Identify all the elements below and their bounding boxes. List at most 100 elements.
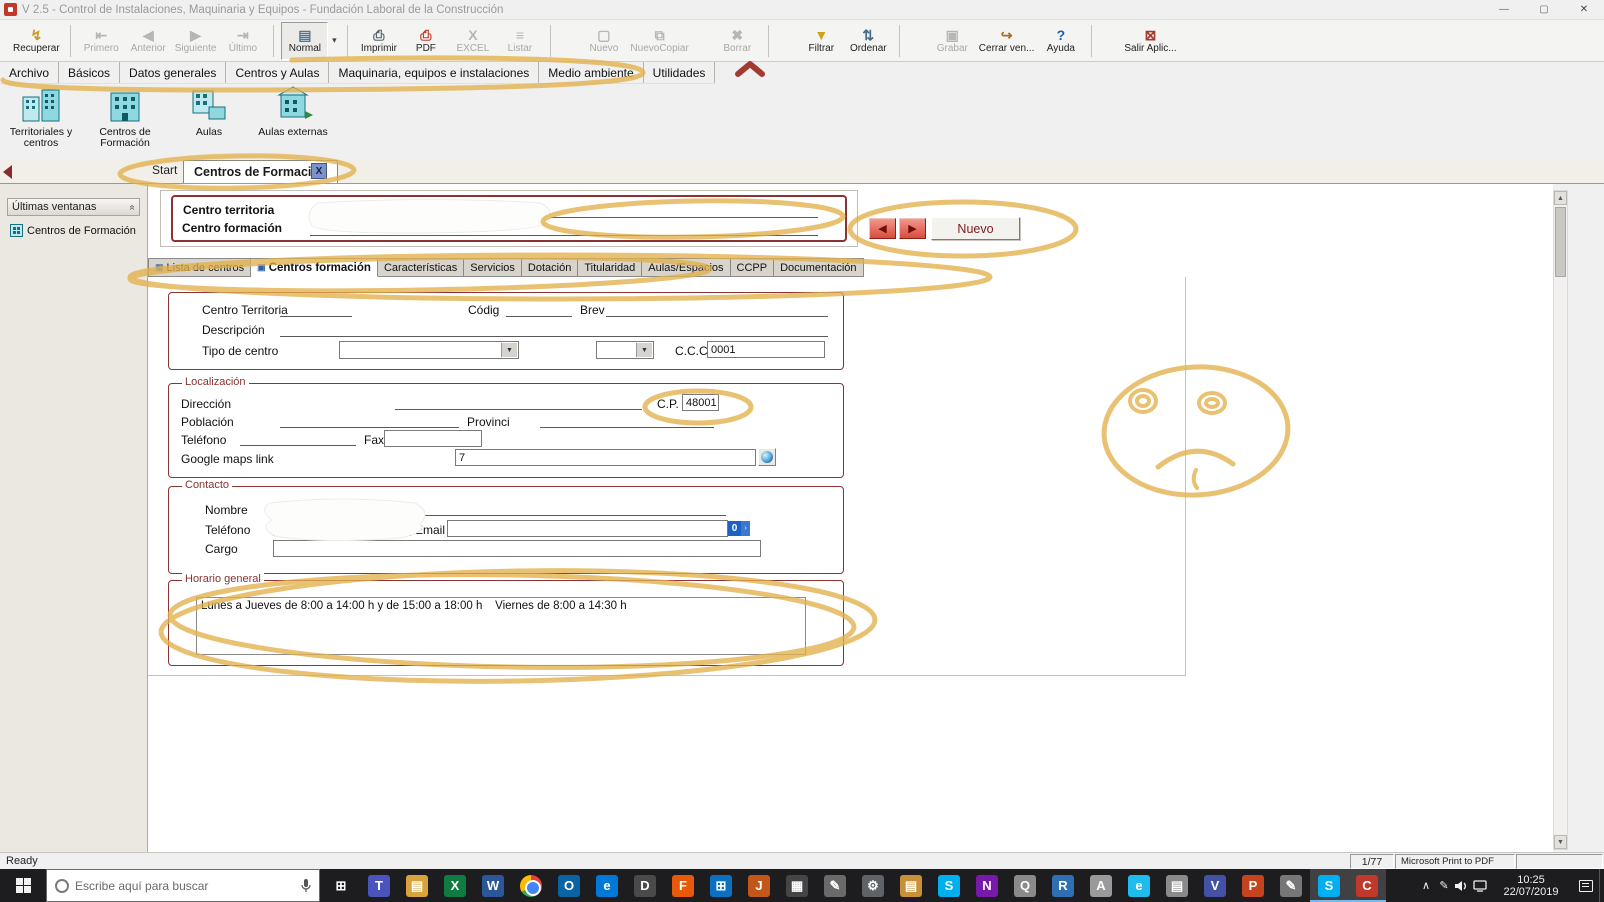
gmaps-input[interactable]: 7	[455, 449, 756, 466]
toolbar-ultimo-button[interactable]: ⇥ Último	[219, 22, 266, 60]
network-icon[interactable]	[1471, 879, 1489, 893]
toolbar-siguiente-button[interactable]: ▶ Siguiente	[172, 22, 220, 60]
volume-icon[interactable]	[1453, 879, 1471, 893]
taskbar-folder-gray-icon[interactable]: ▤	[1158, 869, 1196, 902]
toolbar-recuperar-button[interactable]: ↯ Recuperar	[10, 22, 63, 60]
show-desktop-button[interactable]	[1599, 869, 1604, 902]
search-input[interactable]	[75, 878, 295, 893]
subtab-documentacion[interactable]: Documentación	[774, 258, 864, 277]
cp-input[interactable]: 48001	[682, 394, 719, 411]
poblacion-input[interactable]	[280, 413, 459, 428]
menu-utilidades[interactable]: Utilidades	[644, 62, 716, 83]
breve-input[interactable]	[606, 302, 828, 317]
horario-textarea[interactable]: Lunes a Jueves de 8:00 a 14:00 h y de 15…	[196, 597, 806, 655]
taskbar-app-gray-icon[interactable]: Q	[1006, 869, 1044, 902]
centro-formacion-field[interactable]	[310, 221, 818, 236]
taskbar-skype-call-icon[interactable]: S	[1310, 869, 1348, 902]
sidebar-item-centros-formacion[interactable]: Centros de Formación	[10, 224, 136, 237]
taskbar-app-dark-icon[interactable]: D	[626, 869, 664, 902]
tab-start[interactable]: Start	[152, 163, 177, 177]
vertical-scrollbar[interactable]: ▲ ▼	[1553, 190, 1568, 850]
subtab-dotacion[interactable]: Dotación	[521, 258, 579, 277]
taskbar-store-icon[interactable]: ⊞	[702, 869, 740, 902]
tray-chevron-icon[interactable]: ∧	[1417, 879, 1435, 892]
nombre-input[interactable]	[270, 501, 726, 516]
toolbar-grabar-button[interactable]: ▣ Grabar	[929, 22, 976, 60]
subtab-lista-de-centros[interactable]: ▦ Lista de centros	[148, 258, 252, 277]
taskbar-word-icon[interactable]: W	[474, 869, 512, 902]
action-center-button[interactable]	[1573, 869, 1599, 902]
taskbar-active-app-icon[interactable]: C	[1348, 869, 1386, 902]
taskbar-app-orange-icon[interactable]: J	[740, 869, 778, 902]
cargo-input[interactable]	[273, 540, 761, 557]
toolbar-ordenar-button[interactable]: ⇅ Ordenar	[845, 22, 892, 60]
fax-input[interactable]	[384, 430, 482, 447]
minimize-button[interactable]: —	[1484, 0, 1524, 20]
centro-territorial-field[interactable]	[310, 203, 818, 218]
menu-basicos[interactable]: Básicos	[59, 62, 121, 83]
menu-centros-y-aulas[interactable]: Centros y Aulas	[226, 62, 330, 83]
taskbar-task-view-icon[interactable]: ⊞	[322, 869, 360, 902]
ccc-input[interactable]: 0001	[707, 341, 825, 358]
scroll-up-icon[interactable]: ▲	[1554, 191, 1567, 205]
taskbar-calculator-icon[interactable]: ▦	[778, 869, 816, 902]
centro-territorial-input[interactable]	[280, 302, 352, 317]
codigo-input[interactable]	[506, 302, 572, 317]
email-badge-arrow-icon[interactable]: ›	[741, 521, 750, 536]
toolbar-ayuda-button[interactable]: ? Ayuda	[1037, 22, 1084, 60]
tipo-centro-select[interactable]	[339, 341, 519, 359]
toolbar-cerrar-ventana-button[interactable]: ↪ Cerrar ven...	[976, 22, 1038, 60]
toolbar-salir-button[interactable]: ⊠ Salir Aplic...	[1121, 22, 1179, 60]
next-record-button[interactable]: ▶	[899, 218, 926, 239]
tray-pen-icon[interactable]: ✎	[1435, 879, 1453, 892]
email-input[interactable]	[447, 520, 728, 537]
subtab-titularidad[interactable]: Titularidad	[578, 258, 643, 277]
taskbar-teams-icon[interactable]: T	[360, 869, 398, 902]
taskbar-app-light-icon[interactable]: A	[1082, 869, 1120, 902]
taskbar-firefox-icon[interactable]: F	[664, 869, 702, 902]
microphone-icon[interactable]	[301, 878, 311, 893]
taskbar-clock[interactable]: 10:25 22/07/2019	[1495, 874, 1567, 898]
nuevo-button[interactable]: Nuevo	[931, 217, 1020, 240]
descripcion-input[interactable]	[280, 322, 828, 337]
tipo-centro-select-2[interactable]	[596, 341, 654, 359]
subtab-centros-formacion[interactable]: ▣ Centros formación	[251, 258, 378, 277]
menu-archivo[interactable]: Archivo	[0, 62, 60, 83]
toolbar-normal-button[interactable]: ▤ Normal	[281, 21, 329, 60]
toolbar-excel-button[interactable]: X EXCEL	[449, 22, 496, 60]
toolbar-nuevo-button[interactable]: ▢ Nuevo	[580, 22, 627, 60]
tab-close-button[interactable]: X	[311, 163, 327, 179]
taskbar-visio-icon[interactable]: V	[1196, 869, 1234, 902]
scrollbar-thumb[interactable]	[1555, 207, 1566, 277]
ribbon-collapse-icon[interactable]	[735, 61, 765, 77]
toolbar-borrar-button[interactable]: ✖ Borrar	[714, 22, 761, 60]
taskbar-outlook-icon[interactable]: O	[550, 869, 588, 902]
tab-scroll-left-icon[interactable]	[3, 165, 12, 179]
taskbar-search[interactable]	[46, 869, 320, 902]
shortcut-centros-formacion[interactable]: Centros de Formación	[88, 85, 162, 157]
taskbar-edge-icon[interactable]: e	[588, 869, 626, 902]
taskbar-onenote-icon[interactable]: N	[968, 869, 1006, 902]
toolbar-listar-button[interactable]: ≡ Listar	[496, 22, 543, 60]
toolbar-pdf-button[interactable]: ⎙ PDF	[402, 22, 449, 60]
taskbar-chrome-icon[interactable]	[512, 869, 550, 902]
taskbar-settings-icon[interactable]: ⚙	[854, 869, 892, 902]
subtab-ccpp[interactable]: CCPP	[730, 258, 775, 277]
email-count-badge[interactable]: 0	[728, 521, 741, 536]
toolbar-filtrar-button[interactable]: ▼ Filtrar	[798, 22, 845, 60]
taskbar-powerpoint-icon[interactable]: P	[1234, 869, 1272, 902]
shortcut-territoriales-centros[interactable]: Territoriales y centros	[4, 85, 78, 157]
shortcut-aulas[interactable]: Aulas	[172, 85, 246, 157]
menu-datos-generales[interactable]: Datos generales	[120, 62, 227, 83]
scroll-down-icon[interactable]: ▼	[1554, 835, 1567, 849]
subtab-caracteristicas[interactable]: Características	[377, 258, 465, 277]
provincia-input[interactable]	[540, 413, 714, 428]
normal-dropdown-icon[interactable]	[328, 22, 340, 60]
toolbar-anterior-button[interactable]: ◀ Anterior	[125, 22, 172, 60]
telefono-input[interactable]	[240, 431, 356, 446]
taskbar-excel-icon[interactable]: X	[436, 869, 474, 902]
toolbar-primero-button[interactable]: ⇤ Primero	[78, 22, 125, 60]
close-button[interactable]: ✕	[1564, 0, 1604, 20]
toolbar-imprimir-button[interactable]: ⎙ Imprimir	[355, 22, 402, 60]
maximize-button[interactable]: ▢	[1524, 0, 1564, 20]
